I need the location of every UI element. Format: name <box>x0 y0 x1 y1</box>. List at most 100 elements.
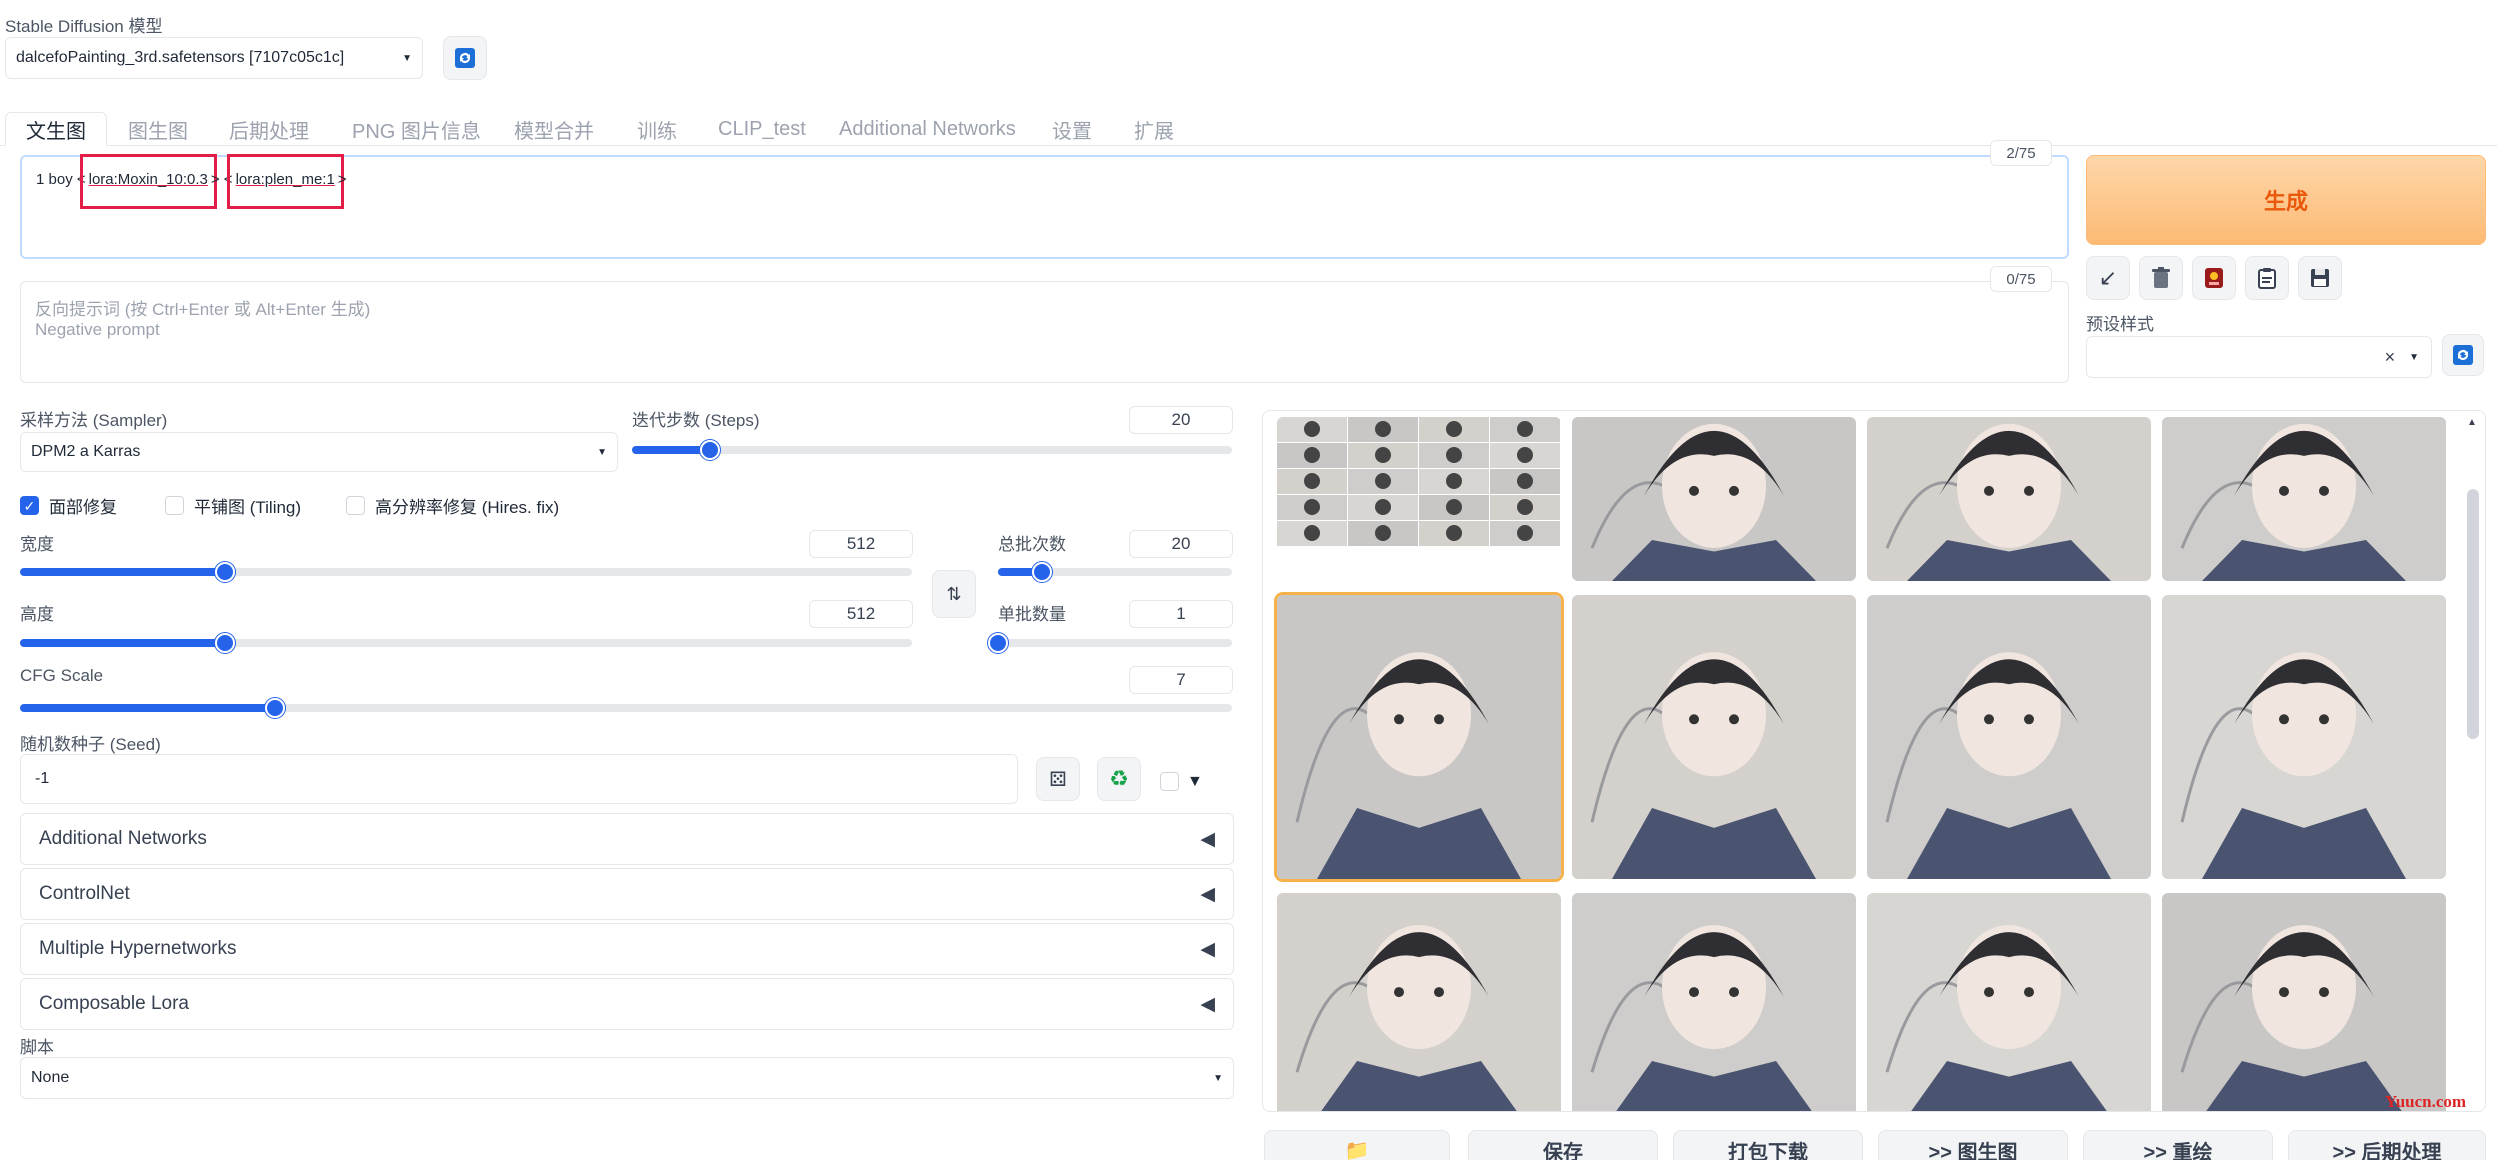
generate-button[interactable]: 生成 <box>2086 155 2486 245</box>
cfg-label: CFG Scale <box>20 666 104 685</box>
gallery-image[interactable] <box>1867 417 2151 581</box>
accordion-controlnet[interactable]: ControlNet ◀ <box>20 868 1234 920</box>
watermark: Yuucn.com <box>2385 1092 2467 1111</box>
width-slider[interactable] <box>20 562 912 582</box>
accordion-additional-networks[interactable]: Additional Networks ◀ <box>20 813 1234 865</box>
batch-size-input[interactable]: 1 <box>1129 600 1233 628</box>
model-select[interactable]: dalcefoPainting_3rd.safetensors [7107c05… <box>5 37 423 79</box>
negative-placeholder-2: Negative prompt <box>35 320 160 339</box>
gallery-image[interactable] <box>1572 417 1856 581</box>
swap-arrows-icon: ⇅ <box>946 583 962 604</box>
restore-faces-checkbox[interactable]: ✓ 面部修复 <box>20 493 117 518</box>
slider-thumb[interactable] <box>264 698 285 718</box>
script-label: 脚本 <box>20 1038 54 1057</box>
show-extra-networks-button[interactable] <box>2192 256 2236 300</box>
model-label: Stable Diffusion 模型 <box>5 17 163 36</box>
height-slider[interactable] <box>20 633 912 653</box>
height-label: 高度 <box>20 605 54 624</box>
accordion-multiple-hypernetworks[interactable]: Multiple Hypernetworks ◀ <box>20 923 1234 975</box>
triangle-left-icon: ◀ <box>1200 883 1215 905</box>
scrollbar-thumb[interactable] <box>2467 489 2479 739</box>
gallery-image[interactable] <box>1867 595 2151 879</box>
gallery-scrollbar[interactable]: ▲ <box>2465 417 2481 1099</box>
gallery-image[interactable] <box>1572 893 1856 1111</box>
random-seed-button[interactable]: ⚄ <box>1036 757 1080 801</box>
tab-settings[interactable]: 设置 <box>1052 112 1092 146</box>
prompt-token-counter: 2/75 <box>1990 140 2052 166</box>
save-button[interactable]: 保存 <box>1468 1130 1658 1160</box>
slider-thumb[interactable] <box>215 633 236 653</box>
chevron-down-icon: ▼ <box>2409 351 2419 363</box>
gallery-image[interactable] <box>1572 595 1856 879</box>
height-input[interactable]: 512 <box>809 600 913 628</box>
batch-count-slider[interactable] <box>998 562 1232 582</box>
steps-input[interactable]: 20 <box>1129 406 1233 434</box>
clear-prompt-button[interactable] <box>2139 256 2183 300</box>
hires-fix-checkbox[interactable]: 高分辨率修复 (Hires. fix) <box>346 493 559 518</box>
send-to-extras-button[interactable]: >> 后期处理 <box>2288 1130 2486 1160</box>
tab-extras[interactable]: 后期处理 <box>229 112 309 146</box>
slider-thumb[interactable] <box>988 633 1008 653</box>
send-to-inpaint-button[interactable]: >> 重绘 <box>2083 1130 2273 1160</box>
sampler-label: 采样方法 (Sampler) <box>20 411 168 430</box>
output-gallery: ▲ <box>1262 410 2486 1112</box>
script-select[interactable]: None ▼ <box>20 1057 1234 1099</box>
slider-thumb[interactable] <box>215 562 236 582</box>
extra-seed-toggle[interactable]: ▼ <box>1160 772 1203 791</box>
swap-dimensions-button[interactable]: ⇅ <box>932 570 976 618</box>
batch-count-input[interactable]: 20 <box>1129 530 1233 558</box>
tab-train[interactable]: 训练 <box>637 112 677 146</box>
tab-checkpoint-merger[interactable]: 模型合并 <box>514 112 594 146</box>
gallery-image[interactable] <box>1867 893 2151 1111</box>
gallery-image[interactable] <box>1277 893 1561 1111</box>
negative-prompt-input[interactable]: 反向提示词 (按 Ctrl+Enter 或 Alt+Enter 生成) Nega… <box>20 281 2069 383</box>
chevron-down-icon: ▼ <box>1213 1072 1223 1084</box>
width-input[interactable]: 512 <box>809 530 913 558</box>
reuse-seed-button[interactable]: ♻ <box>1097 757 1141 801</box>
tab-png-info[interactable]: PNG 图片信息 <box>352 112 481 146</box>
prompt-input[interactable]: 1 boy < lora:Moxin_10:0.3 > < lora:plen_me:… <box>20 154 2069 259</box>
cfg-slider[interactable] <box>20 698 1232 718</box>
read-params-button[interactable]: ↙ <box>2086 256 2130 300</box>
accordion-composable-lora[interactable]: Composable Lora ◀ <box>20 978 1234 1030</box>
folder-icon: 📁 <box>1344 1139 1370 1160</box>
steps-slider[interactable] <box>632 440 1232 460</box>
batch-size-slider[interactable] <box>988 633 1232 653</box>
slider-thumb[interactable] <box>700 440 720 460</box>
gallery-grid-preview[interactable] <box>1277 417 1561 581</box>
lora-plen-me: lora:plen_me:1 <box>226 154 344 209</box>
gallery-image[interactable] <box>1277 595 1561 879</box>
cfg-input[interactable]: 7 <box>1129 666 1233 694</box>
open-folder-button[interactable]: 📁 <box>1264 1130 1450 1160</box>
tiling-checkbox[interactable]: 平铺图 (Tiling) <box>165 493 301 518</box>
send-to-img2img-button[interactable]: >> 图生图 <box>1878 1130 2068 1160</box>
steps-label: 迭代步数 (Steps) <box>632 411 760 430</box>
batch-count-label: 总批次数 <box>998 535 1066 554</box>
apply-style-button[interactable] <box>2245 256 2289 300</box>
tab-txt2img[interactable]: 文生图 <box>5 112 107 146</box>
gallery-image[interactable] <box>2162 417 2446 581</box>
seed-label: 随机数种子 (Seed) <box>20 735 161 754</box>
sampler-value: DPM2 a Karras <box>31 443 141 460</box>
refresh-model-button[interactable] <box>443 36 487 80</box>
tab-additional-networks[interactable]: Additional Networks <box>839 112 1016 146</box>
seed-input[interactable]: -1 <box>20 754 1018 804</box>
sampler-select[interactable]: DPM2 a Karras ▼ <box>20 432 618 472</box>
tab-clip-test[interactable]: CLIP_test <box>718 112 806 146</box>
check-icon: ✓ <box>20 496 39 515</box>
gallery-image[interactable] <box>2162 595 2446 879</box>
refresh-styles-button[interactable] <box>2442 334 2484 376</box>
styles-select[interactable]: × ▼ <box>2086 336 2432 378</box>
triangle-down-icon: ▼ <box>1187 772 1203 790</box>
scroll-up-icon[interactable]: ▲ <box>2467 417 2477 428</box>
red-card-icon <box>2205 268 2223 288</box>
gallery-image[interactable] <box>2162 893 2446 1111</box>
save-style-button[interactable] <box>2298 256 2342 300</box>
slider-thumb[interactable] <box>1032 562 1053 582</box>
zip-download-button[interactable]: 打包下载 <box>1673 1130 1863 1160</box>
clear-icon[interactable]: × <box>2385 347 2396 368</box>
triangle-left-icon: ◀ <box>1200 938 1215 960</box>
refresh-icon <box>2453 345 2473 365</box>
tab-img2img[interactable]: 图生图 <box>128 112 188 146</box>
tab-extensions[interactable]: 扩展 <box>1134 112 1174 146</box>
